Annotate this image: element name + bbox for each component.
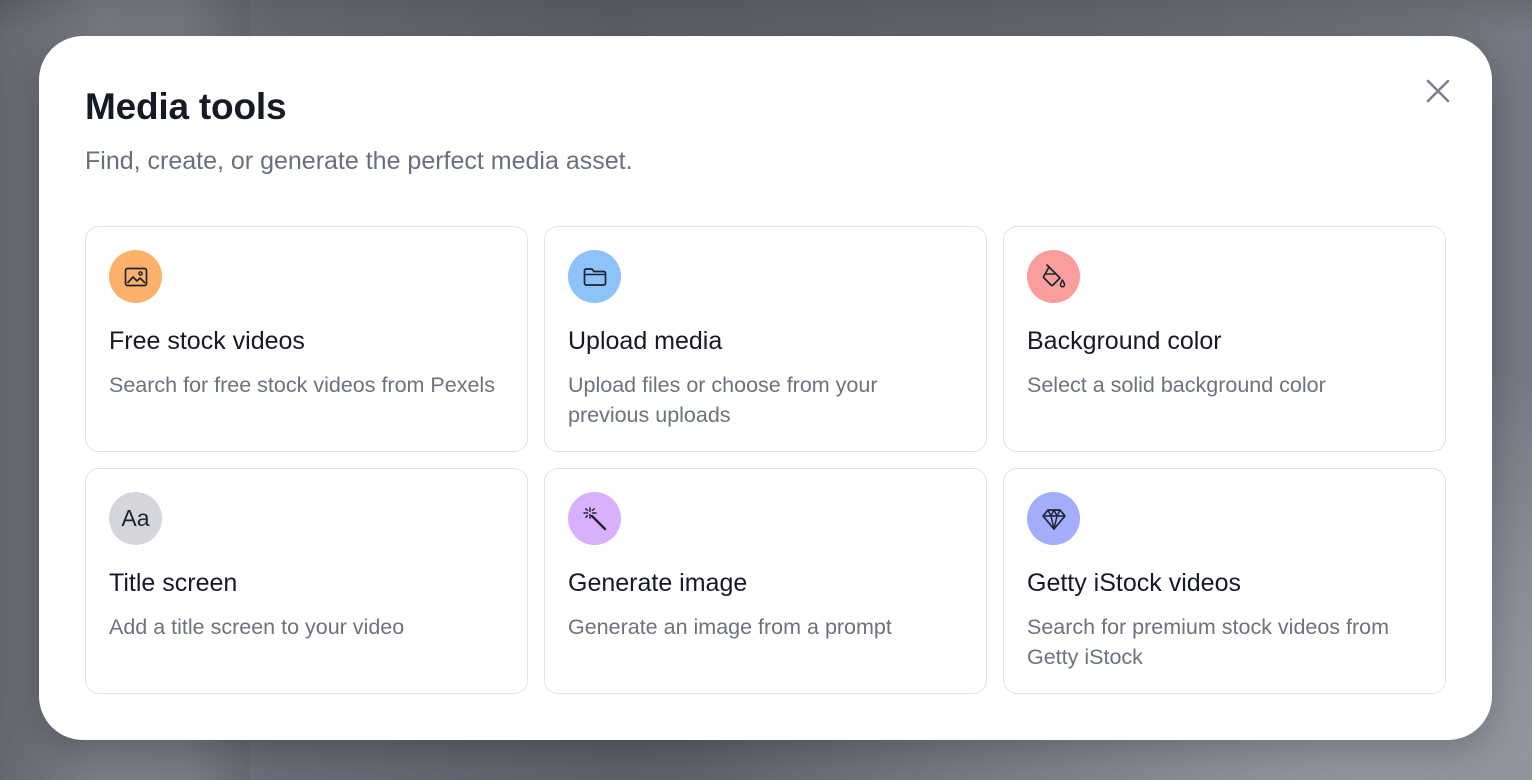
paint-bucket-icon [1042, 263, 1065, 288]
tool-card-title: Upload media [568, 327, 723, 355]
close-button[interactable] [1419, 72, 1457, 110]
media-tools-modal: Media tools Find, create, or generate th… [39, 36, 1492, 740]
tool-card-title: Generate image [568, 569, 748, 597]
tool-card-free-stock-videos[interactable]: Free stock videos Search for free stock … [85, 226, 528, 452]
icon-badge [109, 250, 162, 303]
tool-card-title: Background color [1027, 327, 1222, 355]
modal-title: Media tools [85, 86, 287, 127]
folder-icon [583, 267, 606, 286]
tool-card-title: Free stock videos [109, 327, 305, 355]
tool-card-description: Select a solid background color [1027, 373, 1326, 397]
diamond-icon [1041, 508, 1066, 530]
tool-card-upload-media[interactable]: Upload media Upload files or choose from… [544, 226, 987, 452]
tool-card-background-color[interactable]: Background color Select a solid backgrou… [1003, 226, 1446, 452]
icon-badge: Aa [109, 492, 162, 545]
tool-card-description: Generate an image from a prompt [568, 615, 892, 639]
icon-badge [1027, 250, 1080, 303]
magic-wand-icon [582, 506, 606, 530]
close-icon [1426, 79, 1450, 103]
tool-card-description: Search for premium stock videos from Get… [1027, 615, 1390, 669]
icon-badge [1027, 492, 1080, 545]
tool-grid: Free stock videos Search for free stock … [85, 226, 1446, 694]
icon-badge [568, 250, 621, 303]
icon-badge [568, 492, 621, 545]
tool-card-title-screen[interactable]: Aa Title screen Add a title screen to yo… [85, 468, 528, 694]
tool-card-generate-image[interactable]: Generate image Generate an image from a … [544, 468, 987, 694]
text-aa-icon: Aa [121, 505, 150, 531]
image-icon [124, 267, 147, 286]
tool-card-getty-istock-videos[interactable]: Getty iStock videos Search for premium s… [1003, 468, 1446, 694]
tool-card-title: Getty iStock videos [1027, 569, 1241, 597]
tool-card-description: Search for free stock videos from Pexels [109, 373, 495, 397]
tool-card-description: Upload files or choose from your previou… [568, 373, 878, 427]
tool-card-description: Add a title screen to your video [109, 615, 405, 639]
modal-subtitle: Find, create, or generate the perfect me… [85, 147, 633, 175]
tool-card-title: Title screen [109, 569, 238, 597]
